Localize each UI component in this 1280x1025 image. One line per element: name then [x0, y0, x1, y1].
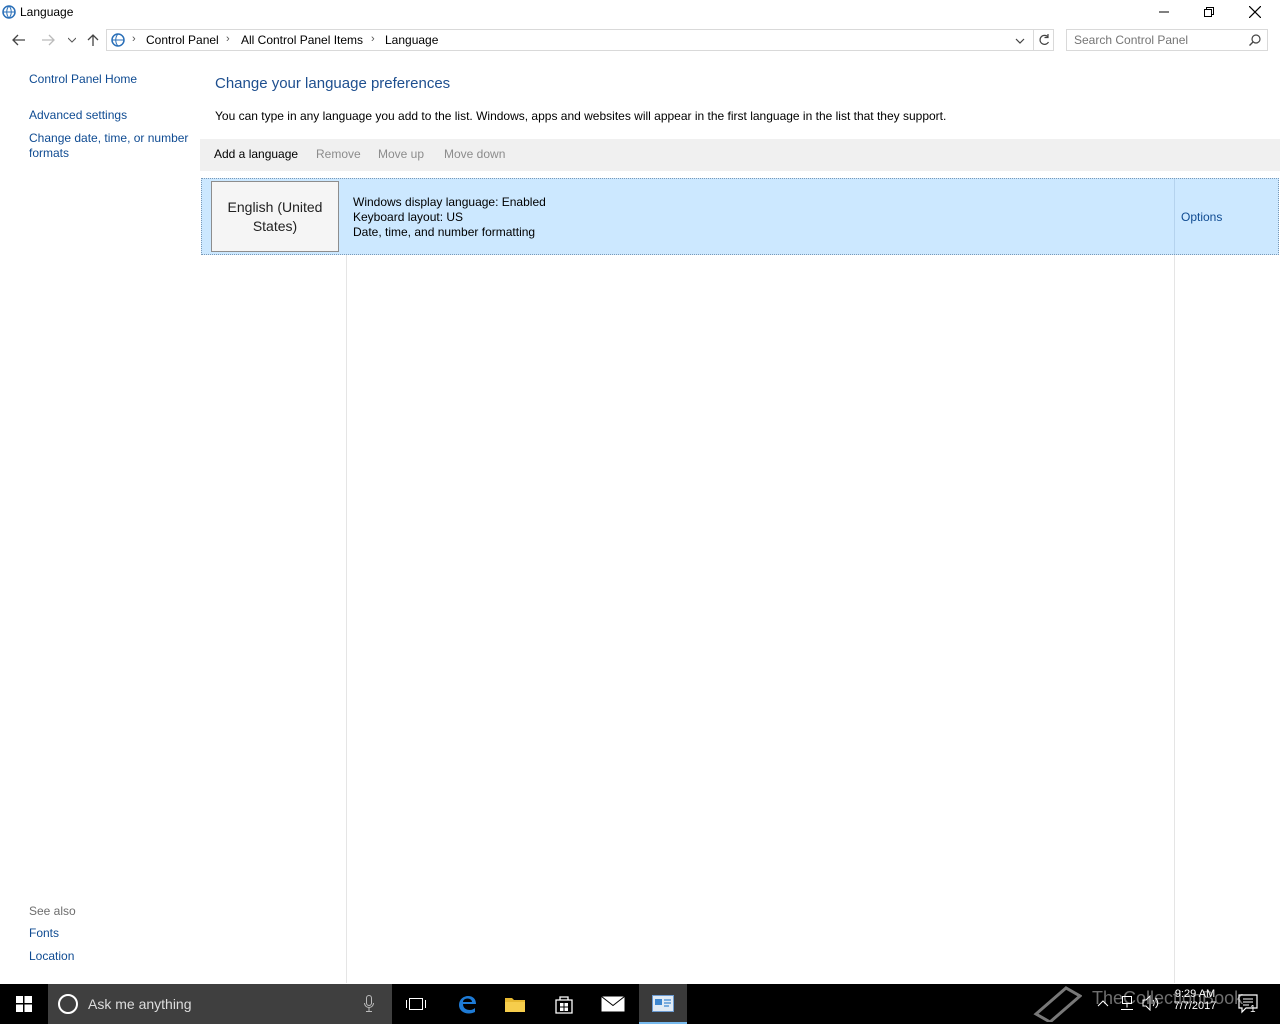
refresh-button[interactable] — [1034, 29, 1054, 51]
breadcrumb-control-panel[interactable]: Control Panel — [146, 33, 219, 47]
breadcrumb-separator[interactable]: › — [371, 33, 375, 45]
volume-icon[interactable] — [1142, 994, 1160, 1014]
notification-count-badge: 1 — [1250, 1004, 1256, 1015]
change-date-time-line2: formats — [29, 146, 70, 160]
back-arrow-icon[interactable] — [9, 30, 29, 50]
address-dropdown-chevron-icon[interactable] — [1015, 34, 1025, 48]
network-icon[interactable] — [1118, 995, 1136, 1014]
left-navigation-pane: Control Panel Home Advanced settings Cha… — [0, 62, 200, 982]
control-panel-home-link[interactable]: Control Panel Home — [29, 72, 137, 87]
cortana-search-text: Ask me anything — [88, 996, 192, 1012]
search-box[interactable] — [1066, 29, 1268, 51]
mail-icon — [601, 996, 625, 1012]
microphone-icon[interactable] — [364, 995, 374, 1016]
language-toolbar: Add a language Remove Move up Move down — [200, 139, 1280, 171]
fonts-link[interactable]: Fonts — [29, 926, 59, 941]
windows-logo-icon — [16, 996, 32, 1012]
move-down-button[interactable]: Move down — [444, 147, 505, 161]
clock-date: 7/7/2017 — [1173, 1000, 1217, 1012]
list-column-divider — [346, 255, 347, 983]
control-panel-icon — [110, 32, 126, 51]
mail-button[interactable] — [589, 984, 637, 1024]
see-also-label: See also — [29, 904, 76, 918]
change-date-time-line1: Change date, time, or number — [29, 131, 189, 145]
add-language-button[interactable]: Add a language — [214, 147, 298, 161]
breadcrumb-separator[interactable]: › — [132, 33, 136, 45]
edge-icon — [459, 996, 476, 1014]
remove-button[interactable]: Remove — [316, 147, 361, 161]
breadcrumb-all-items[interactable]: All Control Panel Items — [241, 33, 363, 47]
search-input[interactable] — [1074, 33, 1244, 47]
breadcrumb-language[interactable]: Language — [385, 33, 438, 47]
language-options-link[interactable]: Options — [1181, 210, 1222, 224]
window-title: Language — [20, 5, 74, 19]
file-explorer-button[interactable] — [491, 984, 539, 1024]
row-column-divider — [1174, 179, 1175, 254]
display-language-status: Windows display language: Enabled — [353, 195, 546, 209]
start-button[interactable] — [0, 984, 48, 1024]
store-bag-icon — [555, 996, 573, 1014]
show-hidden-icons-chevron-icon[interactable] — [1097, 996, 1109, 1010]
formatting-info: Date, time, and number formatting — [353, 225, 536, 239]
language-list-item[interactable]: English (United States) Windows display … — [201, 178, 1279, 255]
task-view-icon — [406, 998, 426, 1010]
up-arrow-icon[interactable] — [83, 30, 103, 50]
edge-browser-button[interactable] — [443, 984, 491, 1024]
taskbar: Ask me anything TheCollectionBook 9:29 A… — [0, 984, 1280, 1024]
move-up-button[interactable]: Move up — [378, 147, 424, 161]
title-bar: Language — [0, 0, 1280, 24]
action-center-icon[interactable] — [1238, 994, 1260, 1017]
advanced-settings-link[interactable]: Advanced settings — [29, 108, 127, 123]
language-name-line2: States) — [252, 217, 298, 234]
language-details: Windows display language: Enabled Keyboa… — [353, 195, 546, 240]
language-app-icon — [1, 4, 17, 20]
language-name-tile[interactable]: English (United States) — [211, 181, 339, 252]
minimize-button[interactable] — [1141, 0, 1187, 24]
store-button[interactable] — [540, 984, 588, 1024]
recent-locations-chevron-icon[interactable] — [62, 30, 82, 50]
page-title: Change your language preferences — [215, 75, 451, 92]
task-view-button[interactable] — [392, 984, 440, 1024]
close-button[interactable] — [1232, 0, 1278, 24]
control-panel-icon — [652, 995, 674, 1012]
clock-time: 9:29 AM — [1174, 988, 1216, 1000]
language-name-line1: English (United — [227, 198, 323, 215]
watermark-book-icon — [1032, 984, 1083, 1025]
refresh-icon — [1038, 34, 1049, 45]
location-link[interactable]: Location — [29, 949, 74, 964]
breadcrumb-separator[interactable]: › — [226, 33, 230, 45]
page-description: You can type in any language you add to … — [215, 109, 947, 123]
change-date-time-link[interactable]: Change date, time, or number formats — [29, 131, 188, 161]
search-icon[interactable] — [1249, 34, 1261, 49]
cortana-circle-icon — [58, 994, 78, 1014]
navigation-bar: › Control Panel › All Control Panel Item… — [0, 26, 1280, 54]
restore-button[interactable] — [1186, 0, 1232, 24]
folder-icon — [505, 998, 525, 1012]
control-panel-taskbar-button[interactable] — [639, 984, 687, 1024]
cortana-search-box[interactable]: Ask me anything — [48, 984, 392, 1024]
forward-arrow-icon[interactable] — [38, 30, 58, 50]
list-column-divider — [1174, 255, 1175, 983]
address-bar[interactable]: › Control Panel › All Control Panel Item… — [106, 29, 1034, 51]
keyboard-layout-info: Keyboard layout: US — [353, 210, 464, 224]
clock[interactable]: 9:29 AM 7/7/2017 — [1166, 988, 1224, 1012]
